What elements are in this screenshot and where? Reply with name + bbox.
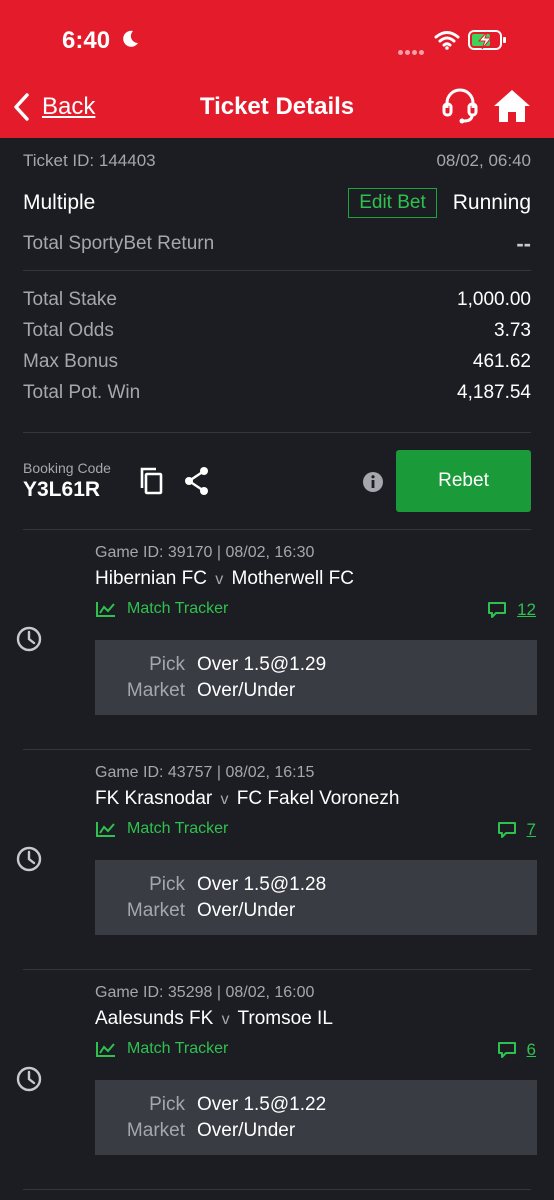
summary-row-bonus: Max Bonus 461.62 [23,346,531,377]
copy-icon[interactable] [137,466,165,496]
edit-bet-button[interactable]: Edit Bet [348,188,437,218]
summary-label: Total Stake [23,289,117,310]
comments-link[interactable]: 7 [497,820,536,840]
market-label: Market [126,1120,185,1141]
clock-icon [16,1066,42,1092]
home-icon[interactable] [492,86,532,126]
market-value: Over/Under [197,900,296,921]
match-tracker-label: Match Tracker [127,600,229,617]
booking-code-label: Booking Code [23,460,111,476]
status-time: 6:40 [62,27,111,54]
summary-label: Total Pot. Win [23,382,141,403]
market-value: Over/Under [197,680,296,701]
comment-icon [497,1042,516,1058]
divider [23,432,531,433]
match-teams: Aalesunds FK v Tromsoe IL [95,1008,333,1030]
chart-line-icon [96,822,115,837]
sporty-return-label: Total SportyBet Return [23,233,215,254]
share-icon[interactable] [183,466,211,496]
moon-icon [123,30,138,47]
comments-link[interactable]: 12 [487,600,536,620]
ticket-id: Ticket ID: 144403 [23,151,156,170]
summary-value: 1,000.00 [457,289,531,310]
summary-label: Total Odds [23,320,114,341]
match-tracker-label: Match Tracker [127,1040,229,1057]
summary-label: Max Bonus [23,351,119,372]
game-id: Game ID: 43757 | 08/02, 16:15 [95,764,315,781]
comment-icon [488,602,507,618]
app-header: 6:40 Back Ticket Details [0,0,554,138]
home-team: Aalesunds FK [95,1008,214,1029]
battery-charging-icon [468,30,506,50]
away-team: FC Fakel Voronezh [236,788,400,809]
pick-value: Over 1.5@1.28 [197,874,327,895]
comments-count: 7 [526,820,536,839]
summary-value: 461.62 [472,351,531,372]
divider [23,1189,531,1190]
match-teams: Hibernian FC v Motherwell FC [95,568,354,590]
booking-code: Y3L61R [23,478,101,501]
away-team: Tromsoe IL [237,1008,333,1029]
team-separator: v [221,1011,230,1028]
match-tracker-label: Match Tracker [127,820,229,837]
pick-box: Pick Over 1.5@1.22 Market Over/Under [95,1080,537,1155]
game-item: Game ID: 43757 | 08/02, 16:15 FK Krasnod… [0,750,554,970]
bet-type-row: Multiple Edit Bet Running [23,186,531,220]
summary-value: 4,187.54 [457,382,531,403]
sporty-return-row: Total SportyBet Return -- [23,231,531,257]
market-value: Over/Under [197,1120,296,1141]
team-separator: v [215,571,224,588]
clock-icon [16,846,42,872]
pick-value: Over 1.5@1.22 [197,1094,327,1115]
sporty-return-value: -- [516,231,531,256]
pick-label: Pick [149,874,185,895]
bet-type: Multiple [23,191,96,214]
home-team: FK Krasnodar [95,788,213,809]
ticket-datetime: 08/02, 06:40 [436,151,531,170]
match-tracker-link[interactable]: Match Tracker [95,820,228,838]
summary-value: 3.73 [494,320,531,341]
market-label: Market [126,900,185,921]
pick-box: Pick Over 1.5@1.28 Market Over/Under [95,860,537,935]
chart-line-icon [96,602,115,617]
comment-icon [497,822,516,838]
game-item: Game ID: 39170 | 08/02, 16:30 Hibernian … [0,530,554,750]
match-tracker-link[interactable]: Match Tracker [95,600,228,618]
chart-line-icon [96,1042,115,1057]
pick-box: Pick Over 1.5@1.29 Market Over/Under [95,640,537,715]
pick-value: Over 1.5@1.29 [197,654,327,675]
summary-row-stake: Total Stake 1,000.00 [23,284,531,315]
clock-icon [16,626,42,652]
pick-label: Pick [149,654,185,675]
game-id: Game ID: 35298 | 08/02, 16:00 [95,984,315,1001]
summary-row-potwin: Total Pot. Win 4,187.54 [23,377,531,408]
home-team: Hibernian FC [95,568,207,589]
divider [23,270,531,271]
info-icon[interactable] [362,471,384,493]
support-headset-icon[interactable] [440,86,480,126]
rebet-button[interactable]: Rebet [396,450,531,512]
comments-link[interactable]: 6 [497,1040,536,1060]
signal-icon [398,42,426,60]
market-label: Market [126,680,185,701]
pick-label: Pick [149,1094,185,1115]
team-separator: v [220,791,229,808]
game-id: Game ID: 39170 | 08/02, 16:30 [95,544,315,561]
wifi-icon [434,31,460,50]
match-tracker-link[interactable]: Match Tracker [95,1040,228,1058]
match-teams: FK Krasnodar v FC Fakel Voronezh [95,788,399,810]
game-item: Game ID: 35298 | 08/02, 16:00 Aalesunds … [0,970,554,1190]
summary-row-odds: Total Odds 3.73 [23,315,531,346]
away-team: Motherwell FC [231,568,354,589]
ticket-status: Running [452,191,531,214]
comments-count: 12 [517,600,536,619]
ticket-id-row: Ticket ID: 144403 08/02, 06:40 [23,151,531,171]
comments-count: 6 [526,1040,536,1059]
